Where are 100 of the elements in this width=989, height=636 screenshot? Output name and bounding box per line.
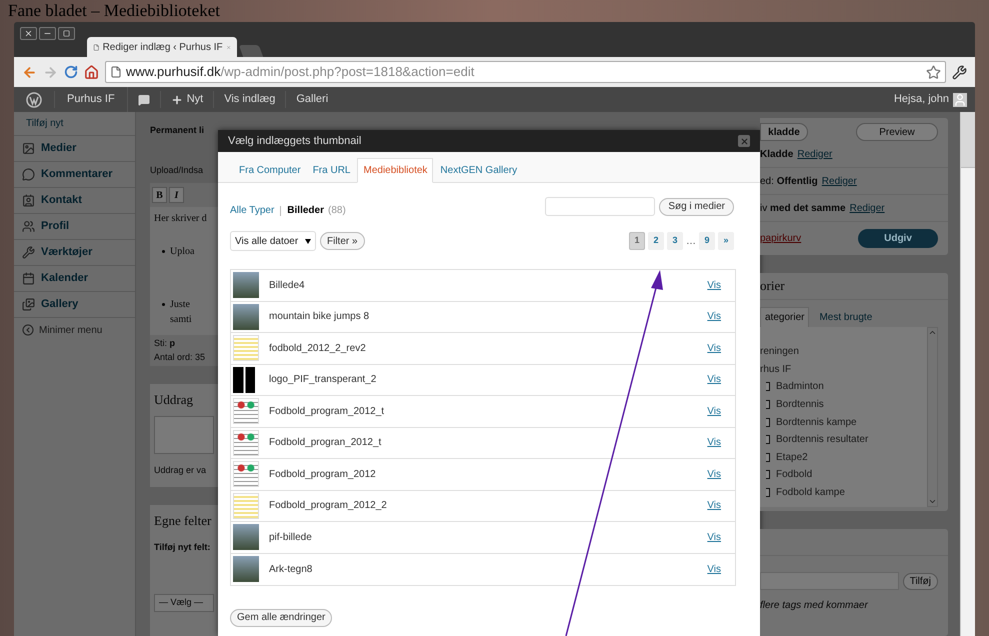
reload-icon[interactable] bbox=[64, 65, 78, 79]
add-tag-button[interactable]: Tilføj bbox=[902, 572, 938, 590]
format-button[interactable]: B bbox=[152, 187, 167, 203]
scroll-up-icon[interactable] bbox=[928, 328, 937, 337]
date-select[interactable]: Vis alle datoer bbox=[230, 231, 316, 251]
show-link[interactable]: Vis bbox=[707, 278, 721, 293]
address-bar[interactable]: www.purhusif.dk/wp-admin/post.php?post=1818&action=edit bbox=[105, 61, 946, 83]
type-filter-link[interactable]: Alle Typer bbox=[230, 203, 274, 218]
checkbox[interactable] bbox=[766, 400, 770, 410]
home-icon[interactable] bbox=[84, 64, 99, 80]
save-all-button[interactable]: Gem alle ændringer bbox=[230, 608, 332, 626]
category-tab[interactable]: Mest brugte bbox=[815, 307, 876, 327]
show-link[interactable]: Vis bbox=[707, 498, 721, 514]
admin-bar-link[interactable]: Vis indlæg bbox=[213, 91, 286, 108]
page-link[interactable]: 2 bbox=[648, 232, 664, 250]
trash-link[interactable]: papirkurv bbox=[760, 231, 802, 246]
bullet-icon bbox=[162, 250, 165, 253]
page-icon bbox=[93, 42, 100, 52]
dialog-tab[interactable]: Mediebibliotek bbox=[357, 158, 434, 183]
preview-button[interactable]: Preview bbox=[856, 123, 938, 141]
show-link[interactable]: Vis bbox=[707, 435, 721, 450]
checkbox[interactable] bbox=[766, 382, 770, 392]
checkbox[interactable] bbox=[766, 435, 770, 444]
page-link[interactable]: 3 bbox=[667, 232, 683, 250]
caption: Fane bladet – Mediebiblioteket bbox=[8, 1, 220, 21]
field-select[interactable]: — Vælg — bbox=[154, 594, 214, 612]
dialog-tab[interactable]: NextGEN Gallery bbox=[435, 158, 522, 183]
sidebar-item[interactable]: Kontakt bbox=[41, 192, 82, 209]
show-link[interactable]: Vis bbox=[707, 562, 721, 577]
checkbox[interactable] bbox=[766, 488, 770, 498]
show-link[interactable]: Vis bbox=[707, 309, 721, 324]
search-button[interactable]: Søg i medier bbox=[659, 198, 734, 216]
sidebar-item[interactable]: Tilføj nyt bbox=[26, 116, 64, 131]
photo-placeholder bbox=[233, 272, 259, 298]
excerpt-field[interactable] bbox=[154, 416, 214, 454]
sidebar-item[interactable]: Værktøjer bbox=[41, 244, 92, 261]
show-link[interactable]: Vis bbox=[707, 340, 721, 356]
scrollbar[interactable] bbox=[927, 327, 938, 507]
page-link[interactable]: » bbox=[718, 232, 734, 250]
show-link[interactable]: Vis bbox=[707, 372, 721, 388]
close-icon bbox=[24, 29, 33, 38]
page-link[interactable]: 9 bbox=[699, 232, 715, 250]
maximize-button[interactable] bbox=[58, 27, 75, 40]
category-label: Fodbold bbox=[776, 468, 812, 482]
search-field[interactable] bbox=[545, 197, 656, 216]
scroll-down-icon[interactable] bbox=[928, 497, 937, 506]
show-link[interactable]: Vis bbox=[707, 404, 721, 419]
admin-bar-link[interactable]: Galleri bbox=[285, 91, 338, 108]
show-link[interactable]: Vis bbox=[707, 530, 721, 545]
page-link[interactable]: 1 bbox=[629, 232, 645, 250]
checkbox[interactable] bbox=[766, 452, 770, 462]
type-filter-link[interactable]: Billeder bbox=[287, 203, 324, 218]
edit-link[interactable]: Rediger bbox=[822, 174, 857, 188]
category-tab[interactable]: ategorier bbox=[760, 307, 810, 327]
media-title: fodbold_2012_2_rev2 bbox=[269, 342, 367, 356]
collapse-icon[interactable] bbox=[22, 324, 34, 336]
collapse-menu-link[interactable]: Minimer menu bbox=[39, 322, 102, 338]
checkbox[interactable] bbox=[766, 470, 770, 480]
close-button[interactable] bbox=[738, 135, 750, 147]
close-window-button[interactable] bbox=[20, 27, 37, 40]
category-label: Bordtennis resultater bbox=[776, 433, 868, 448]
media-title: Fodbold_program_2012_2 bbox=[269, 499, 388, 514]
new-link[interactable]: Nyt bbox=[186, 91, 204, 108]
checkbox[interactable] bbox=[766, 418, 770, 427]
item-count: (88) bbox=[328, 204, 346, 218]
dialog-title: Vælg indlæggets thumbnail bbox=[228, 134, 362, 149]
page-icon bbox=[110, 66, 122, 78]
menu-icon bbox=[22, 246, 35, 259]
browser-tab[interactable]: Rediger indlæg ‹ Purhus IF bbox=[87, 37, 237, 57]
page-scrollbar[interactable] bbox=[960, 112, 975, 636]
comments-icon[interactable] bbox=[138, 94, 150, 106]
publish-button[interactable]: Udgiv bbox=[858, 229, 938, 248]
show-link[interactable]: Vis bbox=[707, 466, 721, 482]
category-label: Etape2 bbox=[776, 450, 808, 465]
sidebar-item[interactable]: Profil bbox=[41, 218, 70, 235]
minimize-button[interactable] bbox=[39, 27, 56, 40]
sidebar-item[interactable]: Gallery bbox=[41, 296, 78, 313]
greeting-link[interactable]: Hejsa, john bbox=[894, 91, 949, 108]
back-icon[interactable] bbox=[22, 64, 37, 80]
tags-hint: flere tags med kommaer bbox=[760, 599, 869, 613]
format-button[interactable]: I bbox=[169, 187, 184, 203]
dialog-tab[interactable]: Fra URL bbox=[308, 158, 356, 183]
save-draft-button[interactable]: kladde bbox=[760, 123, 808, 141]
site-link[interactable]: Purhus IF bbox=[54, 91, 127, 108]
excerpt-title: Uddrag bbox=[154, 391, 194, 409]
sidebar-item[interactable]: Medier bbox=[41, 140, 76, 157]
permalink-label: Permanent li bbox=[150, 124, 206, 137]
bookmark-star-icon[interactable] bbox=[926, 64, 941, 80]
edit-link[interactable]: Rediger bbox=[797, 146, 832, 162]
edit-link[interactable]: Rediger bbox=[850, 200, 885, 216]
dialog-tab[interactable]: Fra Computer bbox=[234, 158, 306, 183]
wordpress-logo-icon[interactable] bbox=[26, 92, 42, 108]
filter-button[interactable]: Filter » bbox=[320, 232, 365, 250]
sidebar-item[interactable]: Kalender bbox=[41, 270, 88, 287]
wrench-icon[interactable] bbox=[952, 64, 967, 80]
pagination-ellipsis: … bbox=[686, 234, 696, 248]
spreadsheet-thumbnail bbox=[233, 335, 259, 362]
tag-field[interactable] bbox=[760, 572, 899, 590]
excerpt-note: Uddrag er va bbox=[154, 464, 208, 477]
sidebar-item[interactable]: Kommentarer bbox=[41, 166, 113, 183]
